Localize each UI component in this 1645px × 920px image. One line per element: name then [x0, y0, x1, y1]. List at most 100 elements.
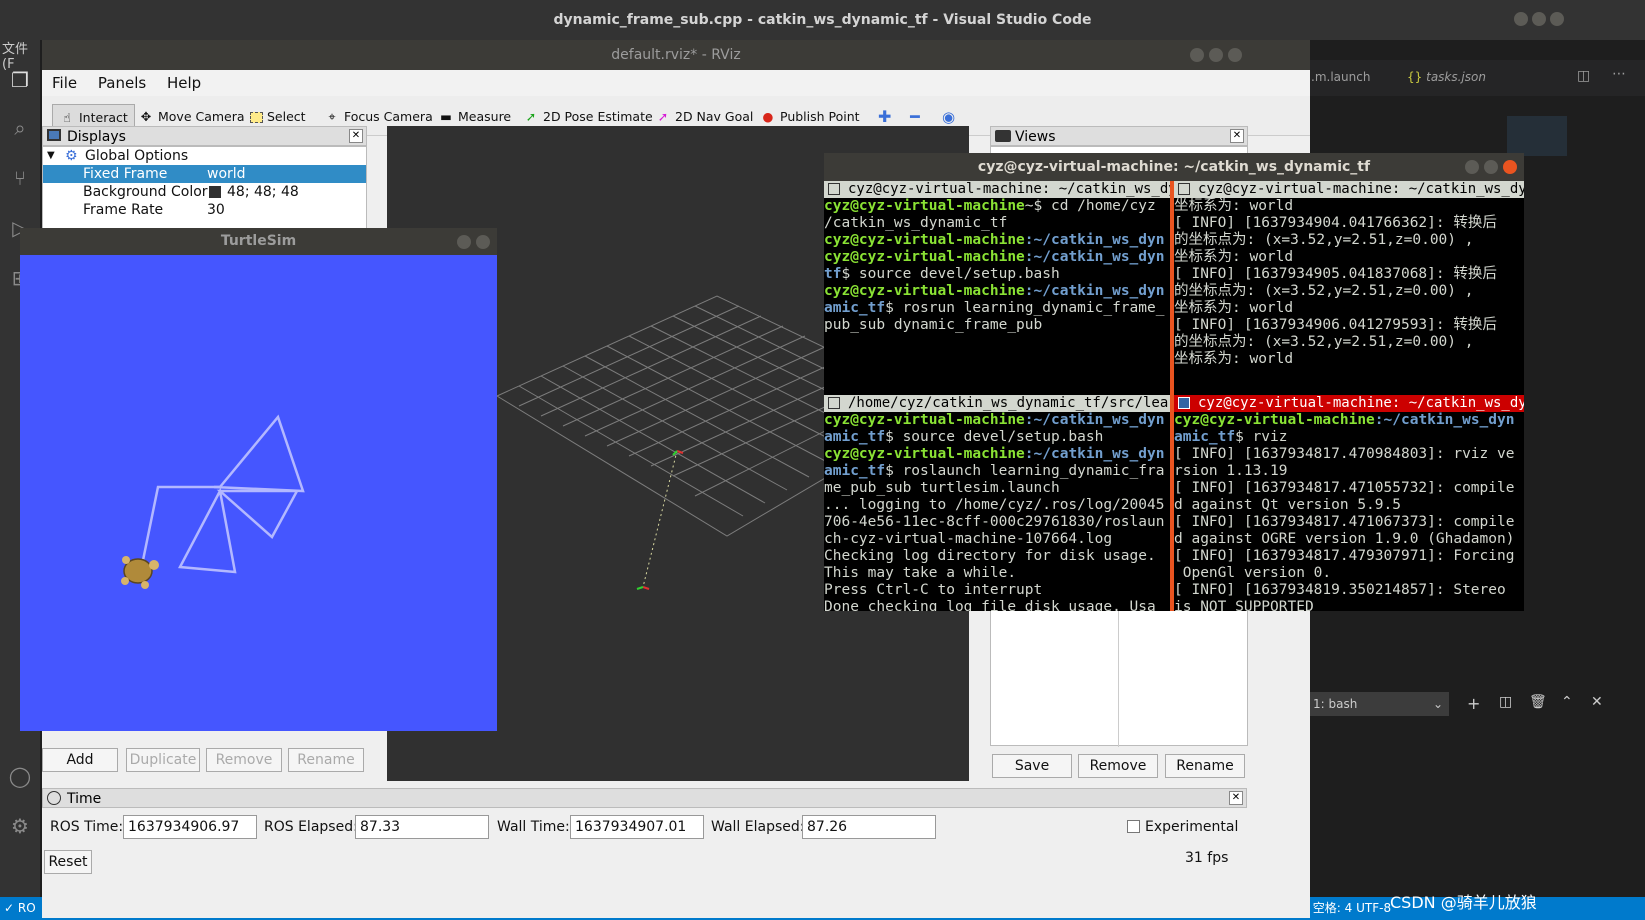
turtlesim-canvas[interactable] — [20, 255, 497, 731]
close-icon[interactable] — [1503, 160, 1517, 174]
ros-elapsed-field[interactable]: 87.33 — [355, 815, 489, 839]
maximize-icon[interactable] — [1532, 12, 1546, 26]
frame-rate-label: Frame Rate — [83, 202, 164, 218]
fixed-frame-value[interactable]: world — [207, 165, 246, 183]
status-remote[interactable]: ✓ RO — [4, 897, 36, 920]
terminal-line: This may take a while. — [824, 565, 1170, 582]
terminal-text: cyz@cyz-virtual-machine — [824, 249, 1025, 265]
close-icon[interactable]: ✕ — [1229, 791, 1243, 805]
close-icon[interactable] — [476, 235, 490, 249]
save-button[interactable]: Save — [992, 754, 1072, 778]
split-editor-icon[interactable]: ◫ — [1577, 68, 1590, 84]
terminal-line: is NOT SUPPORTED — [1174, 599, 1524, 611]
terminal-pane-bottom-right[interactable]: cyz@cyz-virtual-machine: ~/catkin_ws_dyn… — [1174, 395, 1524, 611]
pane-header-text: cyz@cyz-virtual-machine: ~/catkin_ws_dyn… — [1198, 395, 1524, 411]
views-button-bar: Save Remove Rename — [990, 746, 1248, 782]
terminal-text: amic_tf — [824, 300, 886, 316]
terminal-text: :~/catkin_ws_dyn — [1024, 412, 1165, 428]
views-rename-button[interactable]: Rename — [1165, 754, 1245, 778]
terminal-text: :~/catkin_ws_dyn — [1024, 249, 1165, 265]
pane-body: cyz@cyz-virtual-machine~$ cd /home/cyz/c… — [824, 198, 1170, 334]
duplicate-button[interactable]: Duplicate — [126, 748, 200, 772]
terminal-text: 坐标系为: world — [1174, 351, 1294, 367]
trash-icon[interactable]: 🗑 — [1529, 694, 1547, 710]
terminal-line: ch-cyz-virtual-machine-107664.log — [824, 531, 1170, 548]
views-remove-button[interactable]: Remove — [1078, 754, 1158, 778]
tree-row-frame-rate[interactable]: Frame Rate 30 — [43, 201, 366, 219]
terminal-window: cyz@cyz-virtual-machine: ~/catkin_ws_dyn… — [824, 153, 1524, 611]
tree-row-fixed-frame[interactable]: Fixed Frame world — [43, 165, 366, 183]
terminal-pane-top-right[interactable]: cyz@cyz-virtual-machine: ~/catkin_ws_dyn… — [1174, 181, 1524, 393]
tree-row-background-color[interactable]: Background Color 48; 48; 48 — [43, 183, 366, 201]
terminal-icon — [1178, 397, 1190, 409]
terminal-line: rsion 1.13.19 — [1174, 463, 1524, 480]
terminal-text: 坐标系为: world — [1174, 198, 1294, 214]
minimize-icon[interactable] — [457, 235, 471, 249]
menu-file[interactable]: File — [46, 70, 83, 96]
account-icon[interactable]: ◯ — [6, 762, 34, 790]
add-button[interactable]: Add — [42, 748, 118, 772]
search-icon[interactable]: ⌕ — [6, 114, 34, 142]
close-icon[interactable]: ✕ — [1230, 129, 1244, 143]
terminal-line: cyz@cyz-virtual-machine~$ cd /home/cyz — [824, 198, 1170, 215]
rviz-menubar: File Panels Help — [42, 70, 1310, 96]
terminal-line: 坐标系为: world — [1174, 198, 1524, 215]
terminal-text: pub_sub dynamic_frame_pub — [824, 317, 1043, 333]
menu-help[interactable]: Help — [161, 70, 207, 96]
terminal-select[interactable]: 1: bash ⌄ — [1309, 692, 1449, 716]
minimize-icon[interactable] — [1514, 12, 1528, 26]
more-actions-icon[interactable]: ⋯ — [1612, 66, 1626, 82]
background-color-label: Background Color — [83, 184, 208, 200]
terminal-pane-top-left[interactable]: cyz@cyz-virtual-machine: ~/catkin_ws_dyn… — [824, 181, 1170, 393]
terminal-pane-bottom-left[interactable]: /home/cyz/catkin_ws_dynamic_tf/src/learn… — [824, 395, 1170, 611]
terminal-line: tf$ source devel/setup.bash — [824, 266, 1170, 283]
terminal-text: :~/catkin_ws_dyn — [1024, 283, 1165, 299]
source-control-icon[interactable]: ⑂ — [6, 164, 34, 192]
ros-time-field[interactable]: 1637934906.97 — [123, 815, 257, 839]
close-icon[interactable]: ✕ — [349, 129, 363, 143]
tree-row-global-options[interactable]: ▼ ⚙ Global Options — [43, 147, 366, 165]
terminal-line: [ INFO] [1637934817.470984803]: rviz ve — [1174, 446, 1524, 463]
experimental-checkbox[interactable] — [1127, 820, 1140, 833]
terminal-line: 的坐标点为: (x=3.52,y=2.51,z=0.00) , — [1174, 334, 1524, 351]
terminal-text: Checking log directory for disk usage. — [824, 548, 1156, 564]
tf-link — [642, 450, 678, 588]
maximize-icon[interactable] — [1209, 48, 1223, 62]
wall-elapsed-field[interactable]: 87.26 — [802, 815, 936, 839]
pane-header: cyz@cyz-virtual-machine: ~/catkin_ws_dyn… — [1174, 181, 1524, 198]
remove-button[interactable]: Remove — [206, 748, 282, 772]
wall-time-field[interactable]: 1637934907.01 — [570, 815, 704, 839]
tool-move-camera-label: Move Camera — [158, 109, 245, 124]
tab-tasks-json[interactable]: {} tasks.json — [1407, 70, 1486, 84]
rename-button[interactable]: Rename — [288, 748, 364, 772]
terminal-text: 的坐标点为: (x=3.52,y=2.51,z=0.00) , — [1174, 283, 1474, 299]
maximize-icon[interactable] — [1484, 160, 1498, 174]
new-terminal-icon[interactable]: + — [1467, 694, 1480, 713]
reset-button[interactable]: Reset — [44, 850, 92, 874]
turtlesim-title: TurtleSim — [220, 233, 297, 249]
close-icon[interactable] — [1550, 12, 1564, 26]
explorer-icon[interactable]: ❐ — [6, 66, 34, 94]
tab-launch[interactable]: .m.launch — [1311, 70, 1370, 84]
json-icon: {} — [1407, 70, 1423, 84]
terminal-line: d against OGRE version 1.9.0 (Ghadamon) — [1174, 531, 1524, 548]
settings-gear-icon[interactable]: ⚙ — [6, 812, 34, 840]
pane-header-text: cyz@cyz-virtual-machine: ~/catkin_ws_dyn… — [1198, 181, 1524, 197]
vscode-terminal-toolbar: 1: bash ⌄ + ◫ 🗑 ⌃ ✕ — [1307, 688, 1645, 722]
chevron-up-icon[interactable]: ⌃ — [1561, 694, 1573, 710]
pane-header: /home/cyz/catkin_ws_dynamic_tf/src/learn… — [824, 395, 1170, 412]
minimize-icon[interactable] — [1465, 160, 1479, 174]
tool-2d-pose-estimate-label: 2D Pose Estimate — [543, 109, 653, 124]
minimize-icon[interactable] — [1190, 48, 1204, 62]
frame-rate-value[interactable]: 30 — [207, 201, 225, 219]
expand-arrow-icon[interactable]: ▼ — [47, 147, 55, 165]
split-terminal-icon[interactable]: ◫ — [1499, 694, 1512, 710]
terminal-line: amic_tf$ rviz — [1174, 429, 1524, 446]
background-color-value[interactable]: 48; 48; 48 — [227, 183, 299, 201]
terminal-line: cyz@cyz-virtual-machine:~/catkin_ws_dyn — [824, 249, 1170, 266]
close-icon[interactable] — [1228, 48, 1242, 62]
close-panel-icon[interactable]: ✕ — [1591, 694, 1603, 710]
terminal-text: tf — [824, 266, 842, 282]
menu-panels[interactable]: Panels — [92, 70, 152, 96]
fixed-frame-label: Fixed Frame — [83, 166, 168, 182]
